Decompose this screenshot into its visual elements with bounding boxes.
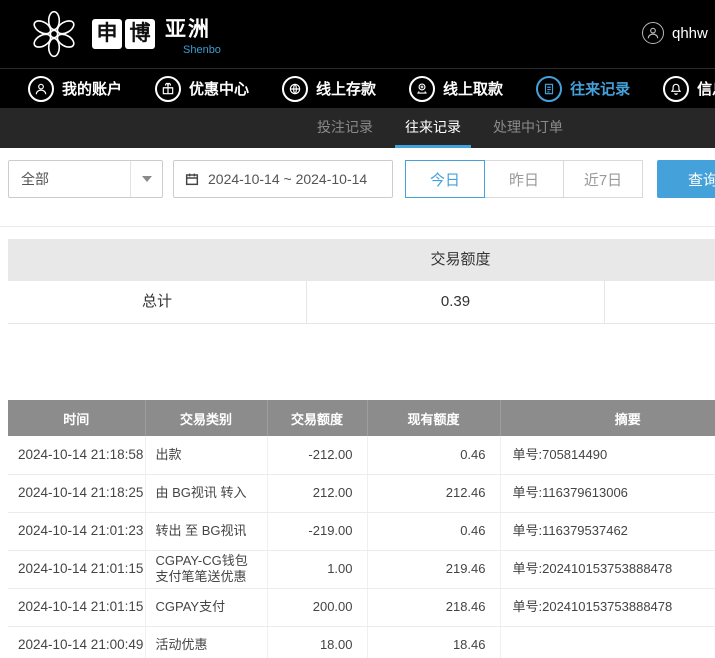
date-range-value: 2024-10-14 ~ 2024-10-14: [208, 171, 367, 187]
user-icon: [28, 76, 54, 102]
nav-item-message-center[interactable]: 信息中心: [663, 76, 715, 102]
cell-type: 活动优惠: [145, 626, 267, 658]
cell-time: 2024-10-14 21:01:15: [8, 588, 145, 626]
cell-type: CGPAY支付: [145, 588, 267, 626]
nav-label: 我的账户: [62, 78, 122, 99]
nav-label: 优惠中心: [189, 78, 249, 99]
date-range-input[interactable]: 2024-10-14 ~ 2024-10-14: [173, 160, 393, 198]
table-row: 2024-10-14 21:01:15 CGPAY-CG钱包支付笔笔送优惠 1.…: [8, 550, 715, 588]
tab-betting-records[interactable]: 投注记录: [307, 108, 383, 148]
cell-amount: 1.00: [267, 550, 367, 588]
username: qhhw: [672, 25, 708, 42]
calendar-icon: [184, 171, 200, 187]
cell-time: 2024-10-14 21:01:15: [8, 550, 145, 588]
cell-type: 由 BG视讯 转入: [145, 474, 267, 512]
tab-transaction-records[interactable]: 往来记录: [395, 108, 471, 148]
last-7-days-button[interactable]: 近7日: [563, 160, 643, 198]
user-avatar-icon: [642, 22, 664, 44]
type-select-value: 全部: [21, 169, 49, 189]
chevron-down-icon: [130, 161, 162, 197]
cell-balance: 218.46: [367, 588, 500, 626]
cell-time: 2024-10-14 21:18:58: [8, 436, 145, 474]
brand-region: 亚洲: [165, 13, 211, 43]
nav-label: 往来记录: [570, 78, 630, 99]
bell-icon: [663, 76, 689, 102]
record-tabs: 投注记录 往来记录 处理中订单: [0, 108, 715, 148]
brand-subtitle: Shenbo: [183, 44, 221, 56]
cell-summary: [500, 626, 715, 658]
summary-empty-cell: [605, 281, 715, 323]
brand-logo[interactable]: 申 博 亚洲 Shenbo: [28, 8, 221, 60]
nav-item-transaction-records[interactable]: 往来记录: [536, 76, 630, 102]
gift-icon: [155, 76, 181, 102]
nav-item-online-withdrawal[interactable]: 线上取款: [409, 76, 503, 102]
records-icon: [536, 76, 562, 102]
table-row: 2024-10-14 21:01:15 CGPAY支付 200.00 218.4…: [8, 588, 715, 626]
cell-time: 2024-10-14 21:00:49: [8, 626, 145, 658]
nav-label: 信息中心: [697, 78, 715, 99]
withdraw-icon: [409, 76, 435, 102]
table-row: 2024-10-14 21:18:25 由 BG视讯 转入 212.00 212…: [8, 474, 715, 512]
cell-type: 转出 至 BG视讯: [145, 512, 267, 550]
brand-name-boxes: 申 博: [92, 19, 158, 49]
transactions-table: 时间 交易类别 交易额度 现有额度 摘要 2024-10-14 21:18:58…: [8, 400, 715, 658]
cell-summary: 单号:202410153753888478: [500, 588, 715, 626]
brand-char-1: 申: [92, 19, 122, 49]
cell-summary: 单号:202410153753888478: [500, 550, 715, 588]
nav-label: 线上存款: [316, 78, 376, 99]
cell-amount: 18.00: [267, 626, 367, 658]
brand-region-block: 亚洲 Shenbo: [165, 13, 221, 56]
cell-summary: 单号:705814490: [500, 436, 715, 474]
cell-amount: 212.00: [267, 474, 367, 512]
table-row: 2024-10-14 21:18:58 出款 -212.00 0.46 单号:7…: [8, 436, 715, 474]
cell-balance: 0.46: [367, 436, 500, 474]
nav-item-online-deposit[interactable]: 线上存款: [282, 76, 376, 102]
cell-time: 2024-10-14 21:18:25: [8, 474, 145, 512]
cell-balance: 219.46: [367, 550, 500, 588]
cell-type: 出款: [145, 436, 267, 474]
summary-total-row: 总计 0.39: [8, 281, 715, 324]
cell-amount: -219.00: [267, 512, 367, 550]
table-row: 2024-10-14 21:00:49 活动优惠 18.00 18.46: [8, 626, 715, 658]
cell-summary: 单号:116379537462: [500, 512, 715, 550]
summary-header: 交易额度: [8, 239, 715, 281]
table-row: 2024-10-14 21:01:23 转出 至 BG视讯 -219.00 0.…: [8, 512, 715, 550]
filter-toolbar: 全部 2024-10-14 ~ 2024-10-14 今日 昨日 近7日 查询: [8, 160, 715, 198]
column-header-amount: 交易额度: [267, 400, 367, 436]
section-divider: [0, 226, 715, 227]
cell-type: CGPAY-CG钱包支付笔笔送优惠: [145, 550, 267, 588]
nav-item-promotions[interactable]: 优惠中心: [155, 76, 249, 102]
deposit-icon: [282, 76, 308, 102]
cell-balance: 0.46: [367, 512, 500, 550]
main-navigation: 我的账户 优惠中心 线上存款 线上取款: [0, 68, 715, 108]
brand-char-2: 博: [125, 19, 155, 49]
cell-summary: 单号:116379613006: [500, 474, 715, 512]
today-button[interactable]: 今日: [405, 160, 485, 198]
column-header-summary: 摘要: [500, 400, 715, 436]
nav-label: 线上取款: [443, 78, 503, 99]
flower-logo-icon: [28, 8, 80, 60]
column-header-time: 时间: [8, 400, 145, 436]
cell-time: 2024-10-14 21:01:23: [8, 512, 145, 550]
summary-table: 交易额度 总计 0.39: [8, 239, 715, 324]
summary-total-label: 总计: [8, 281, 307, 323]
tab-processing-orders[interactable]: 处理中订单: [483, 108, 573, 148]
cell-balance: 212.46: [367, 474, 500, 512]
page: 申 博 亚洲 Shenbo qhhw 我的账户: [0, 0, 715, 658]
column-header-type: 交易类别: [145, 400, 267, 436]
summary-total-value: 0.39: [307, 281, 605, 323]
topbar: 申 博 亚洲 Shenbo qhhw: [0, 0, 715, 68]
type-select[interactable]: 全部: [8, 160, 163, 198]
cell-balance: 18.46: [367, 626, 500, 658]
search-button[interactable]: 查询: [657, 160, 715, 198]
column-header-balance: 现有额度: [367, 400, 500, 436]
table-header-row: 时间 交易类别 交易额度 现有额度 摘要: [8, 400, 715, 436]
yesterday-button[interactable]: 昨日: [484, 160, 564, 198]
cell-amount: -212.00: [267, 436, 367, 474]
account-menu[interactable]: qhhw: [642, 22, 708, 44]
nav-item-my-account[interactable]: 我的账户: [28, 76, 122, 102]
cell-amount: 200.00: [267, 588, 367, 626]
